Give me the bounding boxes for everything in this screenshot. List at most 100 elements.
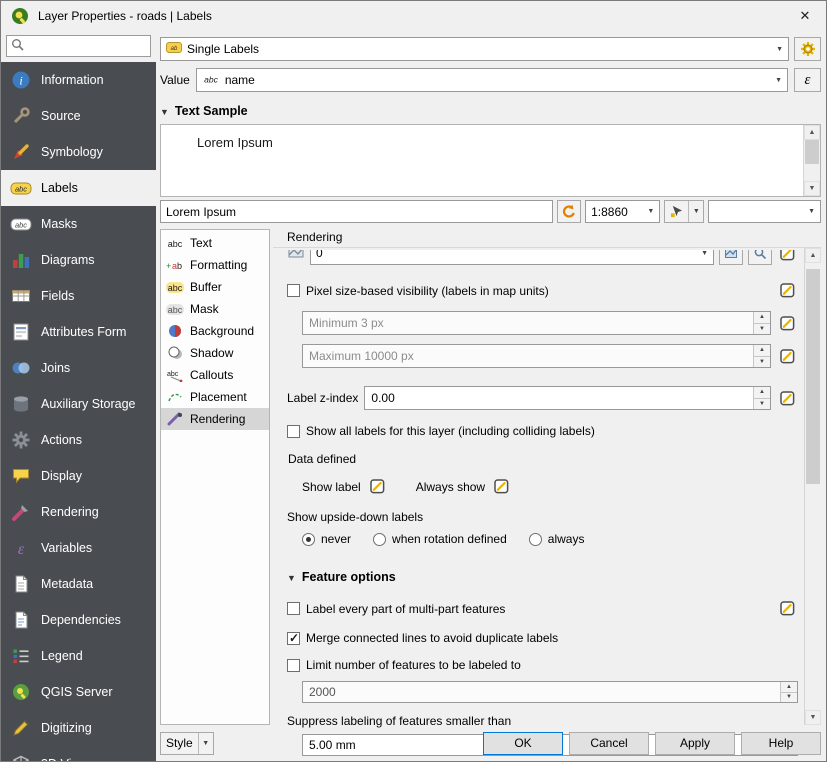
tab-rendering[interactable]: Rendering [161, 408, 269, 430]
shadow-tab-icon [164, 346, 186, 360]
min-pixel-size-spinbox[interactable]: Minimum 3 px [302, 311, 771, 335]
sidebar-item-qgis-server[interactable]: QGIS Server [1, 674, 156, 710]
scroll-down-icon[interactable] [804, 181, 820, 196]
spinner-arrows[interactable] [780, 682, 797, 702]
sidebar-item-symbology[interactable]: Symbology [1, 134, 156, 170]
spinner-arrows[interactable] [753, 387, 770, 409]
sidebar-item-variables[interactable]: εVariables [1, 530, 156, 566]
upside-down-always-radio[interactable]: always [529, 532, 585, 546]
cancel-button[interactable]: Cancel [569, 732, 649, 755]
limit-features-spinbox[interactable]: 2000 [302, 681, 798, 703]
data-defined-override-button[interactable] [777, 388, 798, 409]
sidebar-item-joins[interactable]: Joins [1, 350, 156, 386]
sidebar-item-source[interactable]: Source [1, 98, 156, 134]
sample-scrollbar[interactable] [803, 125, 820, 196]
sidebar-item-display[interactable]: Display [1, 458, 156, 494]
text-sample-section-header[interactable]: Text Sample [160, 102, 821, 120]
search-input[interactable] [28, 39, 146, 53]
style-button[interactable]: Style [160, 732, 214, 755]
sidebar-item-information[interactable]: iInformation [1, 62, 156, 98]
data-defined-override-button[interactable] [491, 476, 512, 497]
tab-shadow[interactable]: Shadow [161, 342, 269, 364]
max-pixel-size-spinbox[interactable]: Maximum 10000 px [302, 344, 771, 368]
upside-down-when-rotation-radio[interactable]: when rotation defined [373, 532, 507, 546]
radio-icon[interactable] [529, 533, 542, 546]
apply-button[interactable]: Apply [655, 732, 735, 755]
diagrams-icon [10, 250, 32, 270]
dropdown-arrow-icon[interactable] [198, 733, 213, 754]
expression-builder-button[interactable]: ε [794, 68, 821, 92]
label-every-part-checkbox[interactable] [287, 602, 300, 615]
sidebar-search[interactable] [6, 35, 151, 57]
set-to-current-scale-button[interactable] [719, 250, 743, 265]
label-settings-tabs: abcText +abFormatting abcBuffer abcMask … [160, 229, 270, 725]
preview-background-select[interactable] [708, 200, 821, 223]
value-field-select[interactable]: abc name [196, 68, 788, 92]
data-defined-override-button[interactable] [777, 346, 798, 367]
maximum-scale-select[interactable]: 0 [310, 250, 714, 265]
tab-callouts[interactable]: abcCallouts [161, 364, 269, 386]
sidebar-item-legend[interactable]: Legend [1, 638, 156, 674]
upside-down-never-radio[interactable]: never [302, 532, 351, 546]
svg-text:abc: abc [167, 371, 179, 378]
sidebar-item-masks[interactable]: abcMasks [1, 206, 156, 242]
sidebar-item-labels[interactable]: abcLabels [1, 170, 156, 206]
search-icon [11, 38, 24, 54]
data-defined-override-button[interactable] [367, 476, 388, 497]
tab-placement[interactable]: Placement [161, 386, 269, 408]
titlebar: Layer Properties - roads | Labels ✕ [1, 1, 826, 31]
sidebar-item-metadata[interactable]: Metadata [1, 566, 156, 602]
sidebar-item-auxiliary-storage[interactable]: Auxiliary Storage [1, 386, 156, 422]
sidebar-item-actions[interactable]: Actions [1, 422, 156, 458]
tab-text[interactable]: abcText [161, 232, 269, 254]
scroll-thumb[interactable] [806, 269, 820, 484]
pixel-visibility-checkbox[interactable] [287, 284, 300, 297]
tab-background[interactable]: Background [161, 320, 269, 342]
sample-scale-select[interactable]: 1:8860 [585, 200, 660, 223]
sidebar-item-fields[interactable]: Fields [1, 278, 156, 314]
merge-connected-lines-checkbox[interactable] [287, 632, 300, 645]
dropdown-arrow-icon[interactable] [688, 201, 703, 222]
tab-formatting[interactable]: +abFormatting [161, 254, 269, 276]
close-button[interactable]: ✕ [790, 3, 820, 29]
rendering-panel: Rendering 0 [273, 229, 821, 725]
sidebar-item-attributes-form[interactable]: Attributes Form [1, 314, 156, 350]
radio-icon[interactable] [373, 533, 386, 546]
data-defined-override-button[interactable] [777, 313, 798, 334]
svg-text:b: b [177, 261, 182, 271]
qgis-logo-icon [9, 6, 31, 26]
show-all-labels-checkbox[interactable] [287, 425, 300, 438]
3d-view-icon [10, 754, 32, 761]
spinner-arrows[interactable] [753, 312, 770, 334]
tab-mask[interactable]: abcMask [161, 298, 269, 320]
reset-sample-button[interactable] [557, 200, 581, 223]
label-mode-select[interactable]: ab Single Labels [160, 37, 789, 61]
data-defined-override-button[interactable] [777, 280, 798, 301]
sample-text-input[interactable] [160, 200, 553, 223]
layer-properties-window: Layer Properties - roads | Labels ✕ iInf… [0, 0, 827, 762]
scroll-down-icon[interactable] [805, 710, 821, 725]
scroll-up-icon[interactable] [805, 248, 821, 263]
auto-placement-settings-button[interactable] [794, 37, 821, 61]
help-button[interactable]: Help [741, 732, 821, 755]
sidebar-item-rendering[interactable]: Rendering [1, 494, 156, 530]
set-scale-extra-button[interactable] [748, 250, 772, 265]
zindex-spinbox[interactable]: 0.00 [364, 386, 771, 410]
rendering-scrollbar[interactable] [804, 248, 821, 725]
sidebar-item-dependencies[interactable]: Dependencies [1, 602, 156, 638]
tab-buffer[interactable]: abcBuffer [161, 276, 269, 298]
radio-icon[interactable] [302, 533, 315, 546]
scroll-up-icon[interactable] [804, 125, 820, 140]
svg-text:i: i [19, 74, 22, 88]
ok-button[interactable]: OK [483, 732, 563, 755]
sidebar-item-3d-view[interactable]: 3D View [1, 746, 156, 761]
map-scale-button[interactable] [664, 200, 704, 223]
data-defined-override-button[interactable] [777, 598, 798, 619]
sidebar-item-digitizing[interactable]: Digitizing [1, 710, 156, 746]
limit-features-checkbox[interactable] [287, 659, 300, 672]
spinner-arrows[interactable] [753, 345, 770, 367]
sidebar-item-diagrams[interactable]: Diagrams [1, 242, 156, 278]
feature-options-section-header[interactable]: Feature options [287, 568, 798, 586]
data-defined-override-button[interactable] [777, 250, 798, 264]
scroll-thumb[interactable] [805, 140, 819, 164]
